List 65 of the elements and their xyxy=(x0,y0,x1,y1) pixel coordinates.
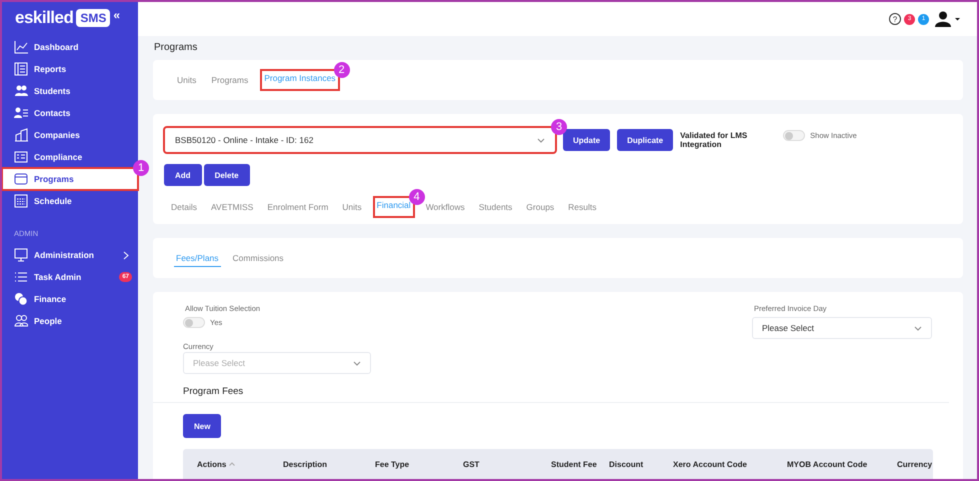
nav-item[interactable]: Administration xyxy=(2,244,138,266)
callout-badge: 3 xyxy=(551,119,567,135)
collapse-button[interactable]: « xyxy=(113,8,120,22)
tab[interactable]: Units xyxy=(175,72,198,88)
calendar-icon xyxy=(14,194,28,208)
tab[interactable]: Units xyxy=(340,198,364,216)
tab[interactable]: Results xyxy=(566,198,599,216)
toggle-switch[interactable] xyxy=(183,317,205,328)
action-button[interactable]: Add xyxy=(164,164,202,186)
callout-badge: 2 xyxy=(334,62,350,78)
nav-item[interactable]: Dashboard xyxy=(2,36,138,58)
callout-badge: 4 xyxy=(408,189,425,205)
window-icon xyxy=(14,172,28,186)
column-header[interactable]: GST xyxy=(463,460,551,468)
document-icon xyxy=(14,62,28,76)
chevron-down-icon xyxy=(914,326,922,330)
tab[interactable]: Students xyxy=(476,198,514,216)
column-header[interactable]: Xero Account Code xyxy=(673,460,787,468)
chevron-down-icon xyxy=(537,138,545,142)
action-button[interactable]: Delete xyxy=(204,164,250,186)
list-card-icon xyxy=(14,150,28,164)
tab[interactable]: Commissions xyxy=(230,250,286,266)
validation-label: Validated for LMS Integration xyxy=(680,131,748,149)
help-button[interactable]: ? xyxy=(889,13,901,25)
program-instance-select[interactable]: BSB50120 - Online - Intake - ID: 162 xyxy=(164,127,556,153)
column-header[interactable]: Currency xyxy=(897,460,933,468)
contact-card-icon xyxy=(14,106,28,120)
page-title: Programs xyxy=(153,41,198,55)
column-header[interactable]: Discount xyxy=(609,460,673,468)
nav-item[interactable]: Programs xyxy=(2,168,138,190)
nav-item[interactable]: Companies xyxy=(2,124,138,146)
column-header[interactable]: Description xyxy=(283,460,375,468)
column-header[interactable]: Fee Type xyxy=(375,460,463,468)
logo-text: eskilled xyxy=(15,8,74,28)
people-icon xyxy=(14,84,28,98)
coins-icon xyxy=(14,292,28,306)
invoice-day-select[interactable]: Please Select xyxy=(752,317,932,339)
nav-item[interactable]: Contacts xyxy=(2,102,138,124)
buildings-icon xyxy=(14,128,28,142)
action-button[interactable]: Update xyxy=(563,129,610,151)
toggle-switch[interactable] xyxy=(783,130,806,141)
new-button[interactable]: New xyxy=(183,414,222,438)
nav-item[interactable]: Schedule xyxy=(2,190,138,212)
nav-item[interactable]: Students xyxy=(2,80,138,102)
chevron-down-icon xyxy=(353,360,361,366)
tab[interactable]: Workflows xyxy=(424,198,467,216)
action-button[interactable]: Duplicate xyxy=(617,129,674,151)
column-header[interactable]: Actions xyxy=(197,460,283,468)
people-icon xyxy=(14,314,28,328)
nav-item[interactable]: People xyxy=(2,310,138,332)
monitor-icon xyxy=(14,248,28,262)
logo-badge: SMS xyxy=(76,9,110,27)
tab[interactable]: Groups xyxy=(524,198,556,216)
line-chart-icon xyxy=(14,40,28,54)
tab[interactable]: Enrolment Form xyxy=(265,198,330,216)
tab[interactable]: Programs xyxy=(209,72,250,88)
nav-item[interactable]: Reports xyxy=(2,58,138,80)
column-header[interactable]: MYOB Account Code xyxy=(787,460,897,468)
list-icon xyxy=(14,270,28,284)
section-title: Program Fees xyxy=(183,386,244,397)
tab[interactable]: Details xyxy=(169,198,199,216)
nav-item[interactable]: Finance xyxy=(2,288,138,310)
user-menu-icon xyxy=(935,11,961,27)
tab[interactable]: AVETMISS xyxy=(208,198,256,216)
column-header[interactable]: Student Fee xyxy=(551,460,609,468)
